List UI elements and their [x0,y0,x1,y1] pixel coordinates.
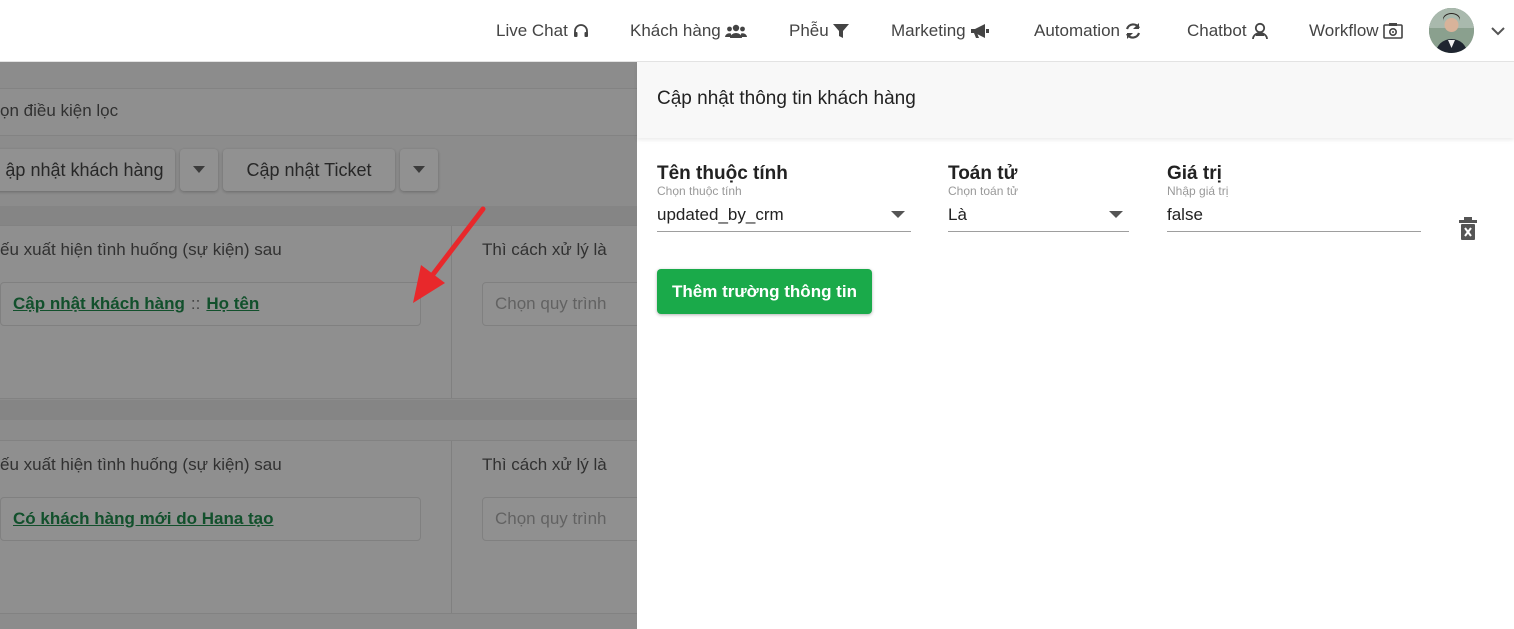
nav-label: Marketing [891,21,966,40]
nav-automation[interactable]: Automation [1034,19,1142,43]
attribute-field: Tên thuộc tính Chọn thuộc tính updated_b… [657,162,911,232]
value-field: Giá trị Nhập giá trị false [1167,162,1421,232]
nav-label: Phễu [789,21,829,40]
attribute-field-hint: Chọn thuộc tính [657,184,742,198]
avatar-photo-icon [1429,8,1474,53]
value-input-text: false [1167,205,1203,224]
nav-label: Live Chat [496,21,568,40]
operator-field-label: Toán tử [948,163,1018,184]
annotation-arrow-icon [413,206,486,303]
nav-label: Chatbot [1187,21,1247,40]
nav-live-chat[interactable]: Live Chat [496,19,590,43]
filter-icon [832,24,849,38]
workflow-icon [1382,23,1403,39]
nav-chatbot[interactable]: Chatbot [1187,19,1269,43]
attribute-select-value: updated_by_crm [657,205,784,224]
value-field-hint: Nhập giá trị [1167,184,1229,198]
nav-workflow[interactable]: Workflow [1309,19,1403,43]
value-input[interactable]: false [1167,204,1421,232]
add-field-button[interactable]: Thêm trường thông tin [657,269,872,314]
users-icon [724,24,747,38]
user-avatar[interactable] [1429,8,1474,53]
modal-backdrop-overlay[interactable] [0,62,637,629]
operator-field-hint: Chọn toán tử [948,184,1019,198]
top-nav: Live Chat Khách hàng Phễu Marketing Auto… [0,0,1514,62]
attribute-select[interactable]: updated_by_crm [657,204,911,232]
panel-title: Cập nhật thông tin khách hàng [657,88,916,109]
nav-label: Automation [1034,21,1120,40]
update-customer-panel: Cập nhật thông tin khách hàng Tên thuộc … [637,62,1514,629]
dropdown-arrow-icon [1109,211,1123,218]
nav-marketing[interactable]: Marketing [891,19,990,43]
dropdown-arrow-icon [891,211,905,218]
bot-icon [1251,22,1268,40]
add-field-button-label: Thêm trường thông tin [672,281,857,301]
headset-icon [573,24,588,37]
value-field-label: Giá trị [1167,163,1222,184]
nav-funnel[interactable]: Phễu [789,19,849,43]
operator-select-value: Là [948,205,967,224]
attribute-field-label: Tên thuộc tính [657,163,788,184]
nav-label: Khách hàng [630,21,721,40]
nav-customers[interactable]: Khách hàng [630,19,747,43]
megaphone-icon [970,24,989,38]
sync-icon [1125,23,1141,39]
panel-header: Cập nhật thông tin khách hàng [637,62,1514,138]
delete-row-icon[interactable] [1458,216,1478,242]
operator-select[interactable]: Là [948,204,1129,232]
chevron-down-icon[interactable] [1489,22,1507,40]
nav-label: Workflow [1309,21,1379,40]
operator-field: Toán tử Chọn toán tử Là [948,162,1129,232]
